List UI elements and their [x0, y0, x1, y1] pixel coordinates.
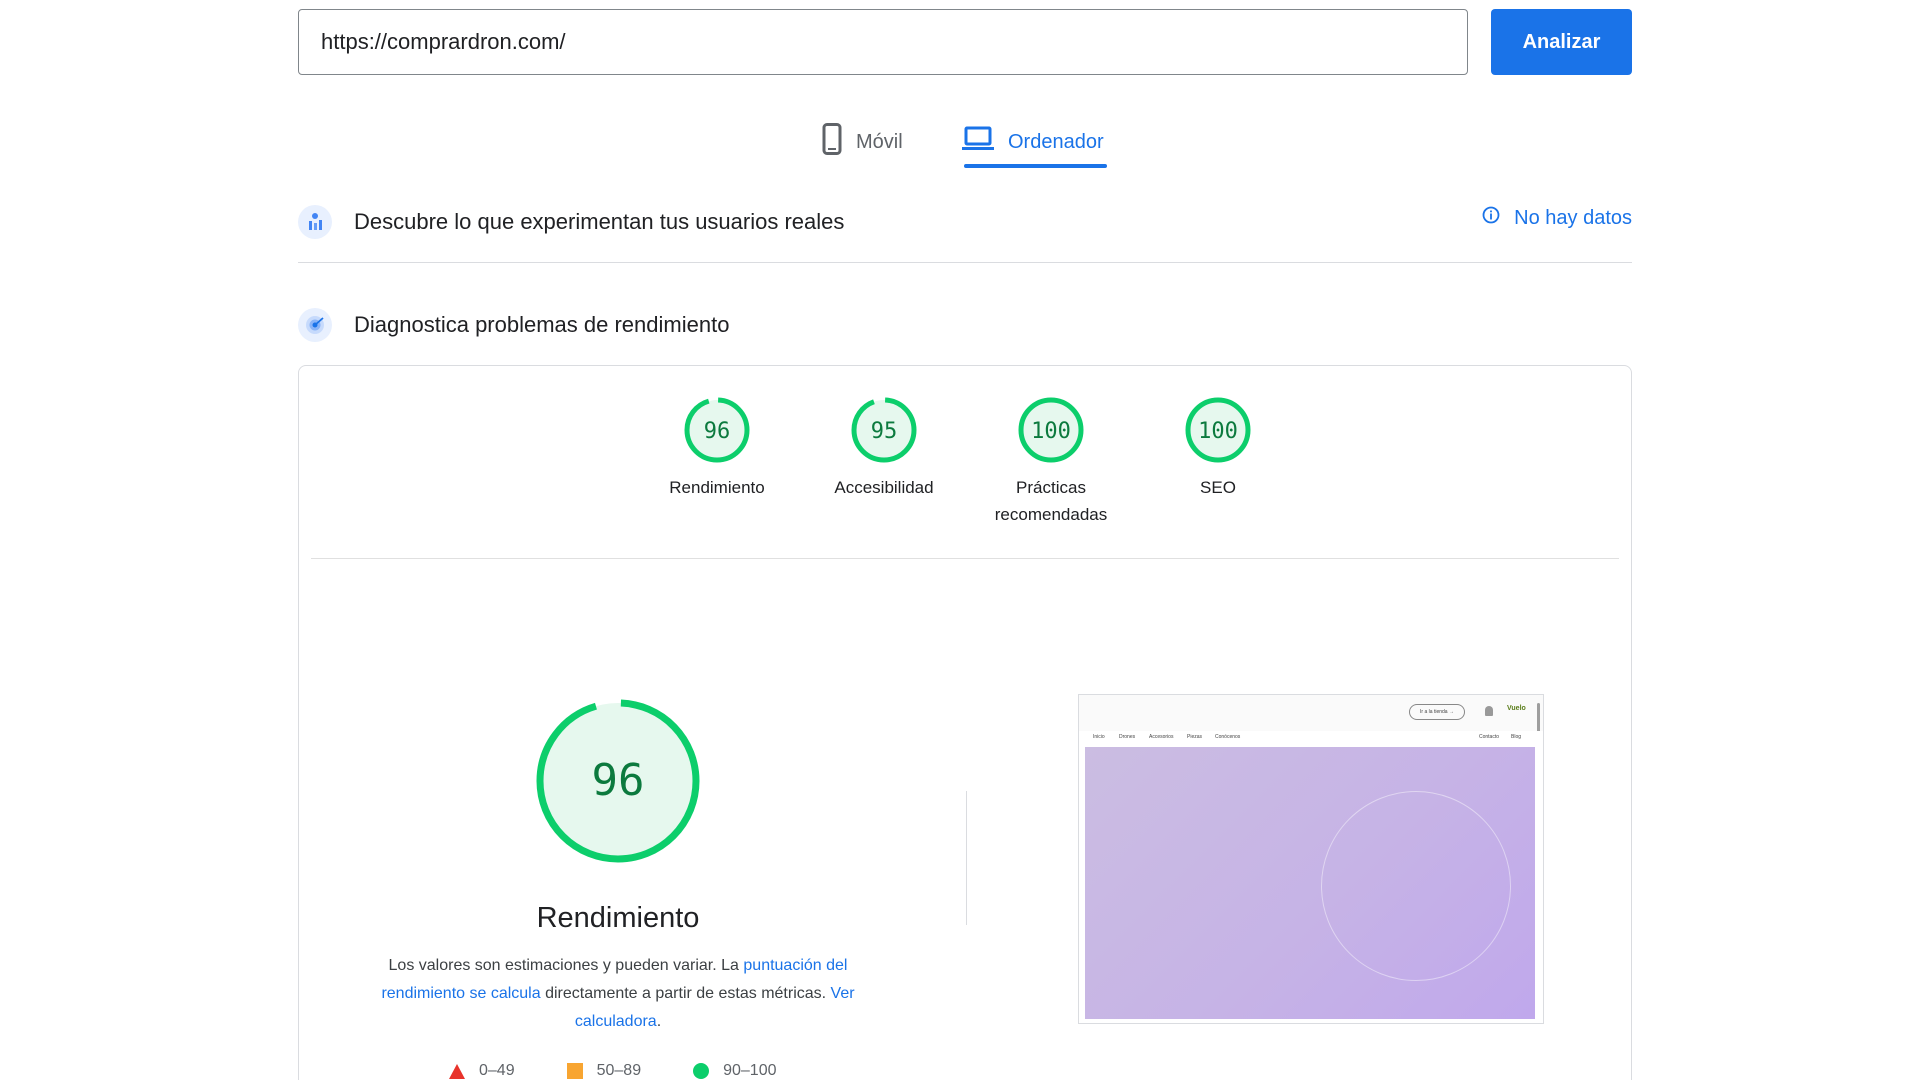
- thumb-shop-button: Ir a la tienda →: [1409, 704, 1465, 720]
- thumb-nav-item: Drones: [1119, 734, 1136, 740]
- legend-range: 90–100: [723, 1062, 777, 1079]
- gauge-label: Accesibilidad: [834, 478, 934, 497]
- performance-score: 96: [592, 755, 645, 806]
- thumb-nav-item: Contacto: [1479, 734, 1500, 740]
- legend-range: 50–89: [596, 1062, 642, 1079]
- gauge-label: Rendimiento: [669, 478, 765, 497]
- gauge-score: 96: [704, 419, 731, 444]
- desc-text-3: .: [656, 1013, 662, 1030]
- laptop-icon: [962, 126, 994, 158]
- gauge-label: Prácticas recomendadas: [994, 478, 1108, 524]
- info-icon: [1482, 206, 1500, 230]
- legend-fail: 0–49: [449, 1062, 515, 1080]
- performance-big-gauge: 96: [536, 699, 700, 863]
- gauge-ring: 100: [1018, 397, 1084, 463]
- diagnostics-card: 96 Rendimiento 95 Accesibilidad 100 Prác…: [298, 365, 1632, 1080]
- gauge-performance[interactable]: 96 Rendimiento: [637, 396, 797, 501]
- square-icon: [566, 1063, 583, 1079]
- tab-mobile-label: Móvil: [856, 130, 903, 153]
- lab-data-title: Diagnostica problemas de rendimiento: [354, 312, 730, 337]
- gauge-seo[interactable]: 100 SEO: [1138, 396, 1298, 501]
- desc-text-2: directamente a partir de estas métricas.: [540, 985, 831, 1002]
- performance-title: Rendimiento: [536, 902, 700, 934]
- card-divider: [311, 558, 1619, 559]
- active-tab-indicator: [964, 164, 1107, 168]
- circle-icon: [693, 1063, 710, 1079]
- gauge-score: 100: [1031, 419, 1071, 444]
- gauge-score: 95: [871, 419, 898, 444]
- user-icon: [1485, 706, 1493, 716]
- no-data-link[interactable]: No hay datos: [1482, 206, 1632, 230]
- thumb-hero: [1085, 747, 1535, 1019]
- page-screenshot[interactable]: Ir a la tienda → Vuelo Inicio Drones Acc…: [1078, 694, 1544, 1024]
- thumb-decor-circle: [1321, 791, 1511, 981]
- users-chart-icon: [298, 205, 332, 239]
- thumb-nav: Inicio Drones Accesorios Piezas Conóceno…: [1079, 731, 1543, 745]
- url-input[interactable]: [298, 9, 1468, 75]
- tab-desktop-label: Ordenador: [1008, 130, 1104, 153]
- score-legend: 0–49 50–89 90–100: [449, 1062, 828, 1080]
- triangle-icon: [449, 1063, 465, 1079]
- phone-icon: [822, 123, 842, 161]
- field-data-title: Descubre lo que experimentan tus usuario…: [354, 209, 845, 234]
- desc-text-1: Los valores son estimaciones y pueden va…: [388, 957, 744, 974]
- thumb-nav-item: Blog: [1511, 734, 1522, 740]
- analyze-button[interactable]: Analizar: [1491, 9, 1632, 75]
- legend-range: 0–49: [479, 1062, 515, 1079]
- field-data-header: Descubre lo que experimentan tus usuario…: [298, 204, 1632, 240]
- no-data-label: No hay datos: [1514, 206, 1632, 229]
- gauge-ring: 96: [684, 397, 750, 463]
- tab-mobile[interactable]: Móvil: [822, 115, 903, 169]
- gauge-ring: 95: [851, 397, 917, 463]
- legend-pass: 90–100: [693, 1062, 776, 1080]
- thumb-scrollbar: [1537, 703, 1540, 733]
- gauge-ring: 100: [1185, 397, 1251, 463]
- gauge-label: SEO: [1200, 478, 1236, 497]
- legend-average: 50–89: [566, 1062, 642, 1080]
- section-divider: [298, 262, 1632, 263]
- thumb-nav-item: Accesorios: [1149, 734, 1174, 740]
- tab-desktop[interactable]: Ordenador: [962, 115, 1104, 169]
- thumb-nav-item: Inicio: [1093, 734, 1105, 740]
- thumb-nav-item: Conócenos: [1215, 734, 1241, 740]
- gauge-score: 100: [1198, 419, 1238, 444]
- gauge-accessibility[interactable]: 95 Accesibilidad: [804, 396, 964, 501]
- thumb-logo: Vuelo: [1507, 705, 1526, 712]
- performance-description: Los valores son estimaciones y pueden va…: [359, 952, 877, 1036]
- gauge-best-practices[interactable]: 100 Prácticas recomendadas: [971, 396, 1131, 528]
- diagnostics-icon: [298, 308, 332, 342]
- lab-data-header: Diagnostica problemas de rendimiento: [298, 307, 1632, 343]
- thumb-nav-item: Piezas: [1187, 734, 1203, 740]
- thumb-header: Ir a la tienda → Vuelo: [1079, 695, 1543, 733]
- vertical-divider: [966, 791, 967, 925]
